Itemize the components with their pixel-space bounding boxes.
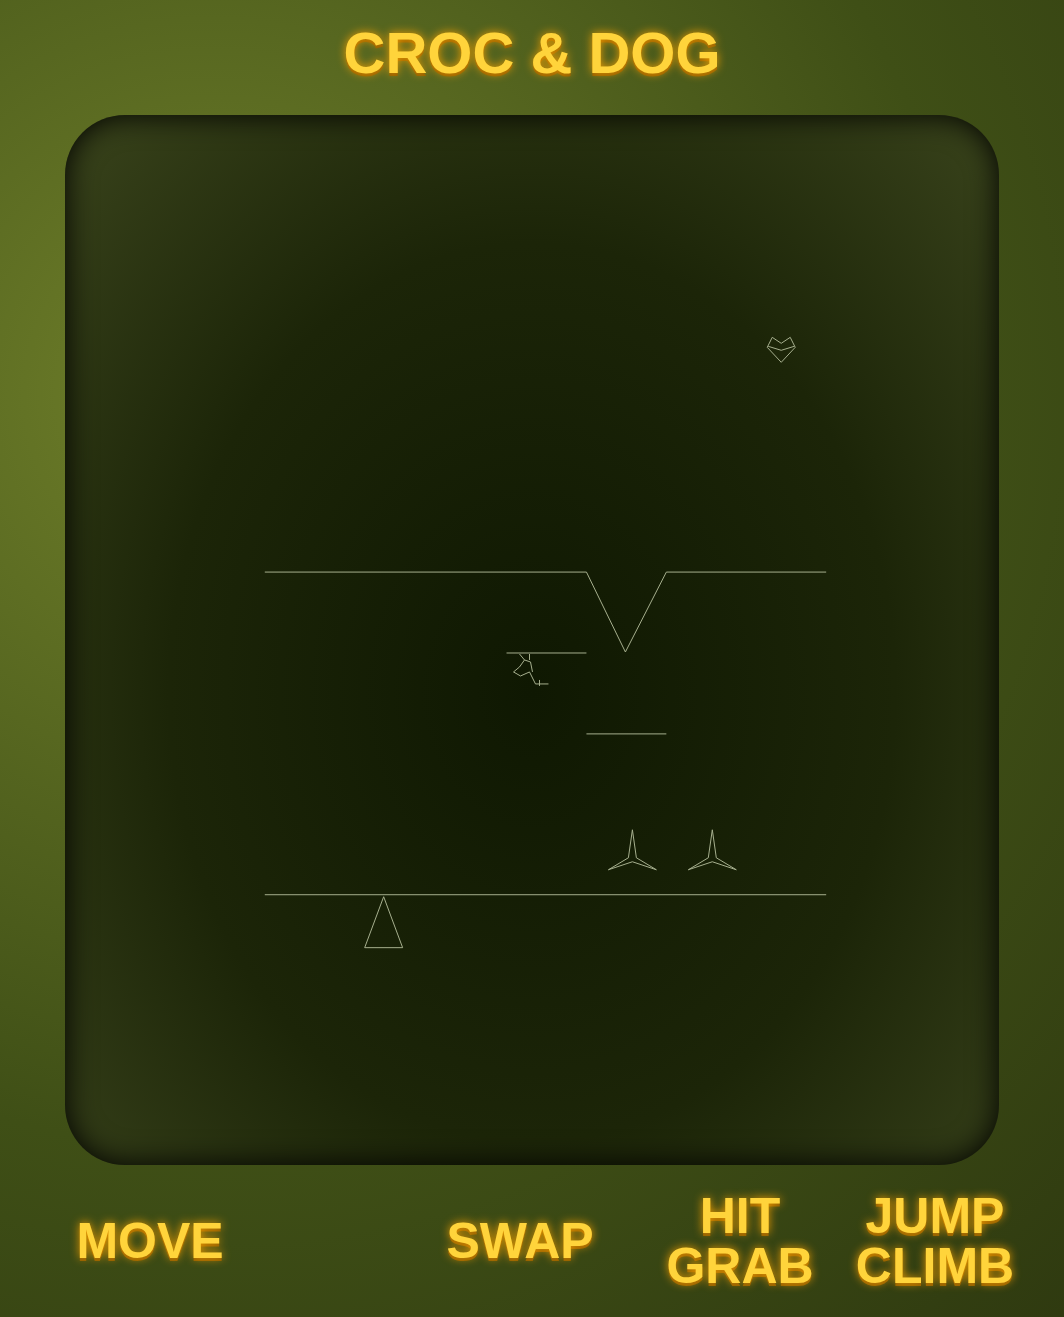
- spike-star: [608, 830, 656, 870]
- title-bar: CROC & DOG: [0, 0, 1064, 115]
- character-icon: [514, 654, 549, 686]
- game-frame: CROC & DOG MOVE SWAP HITGRABJUMPCLIMB: [0, 0, 1064, 1317]
- small-ledge: [507, 652, 587, 653]
- lower-ledge: [586, 733, 666, 734]
- control-label[interactable]: JUMPCLIMB: [840, 1191, 1030, 1291]
- game-title: CROC & DOG: [344, 24, 721, 82]
- upper-platform: [265, 572, 826, 652]
- floor: [265, 894, 826, 895]
- level-drawing: [65, 115, 999, 1165]
- heart-icon: [767, 337, 795, 362]
- game-screen[interactable]: [65, 115, 999, 1165]
- control-label[interactable]: MOVE: [55, 1216, 245, 1266]
- control-label[interactable]: HITGRAB: [650, 1191, 830, 1291]
- floor-spike: [365, 897, 403, 948]
- spike-star: [688, 830, 736, 870]
- control-bar: MOVE SWAP HITGRABJUMPCLIMB: [0, 1165, 1064, 1317]
- control-label[interactable]: SWAP: [435, 1216, 605, 1266]
